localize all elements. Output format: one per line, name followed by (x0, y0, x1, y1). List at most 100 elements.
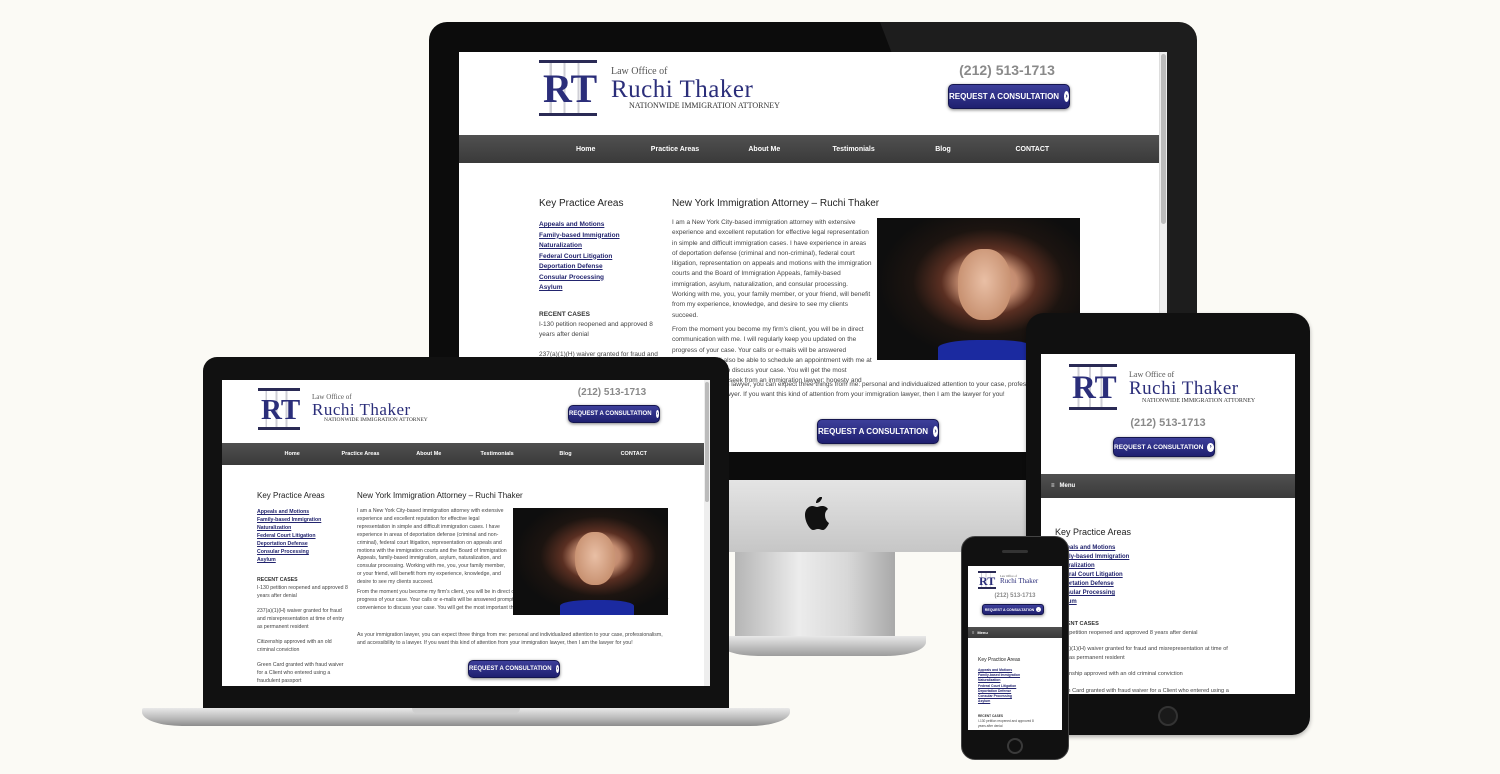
mobile-nav[interactable]: ≡ Menu (968, 627, 1062, 638)
recent-case: Green Card granted with fraud waiver for… (257, 662, 344, 684)
practice-link[interactable]: Consular Processing (257, 548, 321, 556)
logo-tagline: Nationwide Immigration Attorney (1142, 397, 1256, 404)
practice-link[interactable]: Appeals and Motions (539, 220, 620, 231)
nav-item-home[interactable]: Home (258, 451, 326, 457)
nav-item-contact[interactable]: CONTACT (988, 146, 1077, 153)
arrow-right-circle-icon: › (655, 410, 659, 418)
sidebar-heading: Key Practice Areas (1055, 527, 1132, 537)
sidebar-heading: Key Practice Areas (257, 491, 325, 500)
nav-item-contact[interactable]: CONTACT (600, 451, 668, 457)
expectation-paragraph: As your immigration lawyer, you can expe… (672, 381, 1068, 399)
nav-item-blog[interactable]: Blog (531, 451, 599, 457)
practice-link[interactable]: Asylum (978, 699, 1020, 704)
recent-cases-heading: RECENT CASES (1055, 621, 1099, 627)
nav-item-about-me[interactable]: About Me (720, 146, 809, 153)
logo-monogram: RT (1069, 364, 1117, 410)
page-title: New York Immigration Attorney – Ruchi Th… (357, 491, 523, 500)
site-logo[interactable]: RT Law Office of Ruchi Thaker Nationwide… (539, 60, 780, 116)
scrollbar[interactable] (704, 380, 710, 686)
main-nav: Home Practice Areas About Me Testimonial… (459, 135, 1159, 163)
tablet-home-button[interactable] (1158, 706, 1178, 726)
expectation-paragraph: As your immigration lawyer, you can expe… (357, 632, 663, 646)
nav-item-about-me[interactable]: About Me (395, 451, 463, 457)
logo-name: Ruchi Thaker (312, 400, 411, 420)
practice-link[interactable]: Naturalization (257, 524, 321, 532)
intro-paragraph: I am a New York City-based immigration a… (672, 219, 872, 319)
logo-tagline: Nationwide Immigration Attorney (324, 417, 428, 424)
request-consultation-button[interactable]: REQUEST A CONSULTATION › (1113, 437, 1215, 457)
sidebar-heading: Key Practice Areas (978, 657, 1021, 663)
main-nav: Home Practice Areas About Me Testimonial… (222, 443, 704, 465)
arrow-right-circle-icon: › (1064, 91, 1069, 102)
apple-logo-icon (797, 494, 831, 534)
phone-screen: RT Law Office of Ruchi Thaker (212) 513-… (968, 566, 1062, 730)
menu-label: Menu (1059, 483, 1076, 489)
request-consultation-button[interactable]: REQUEST A CONSULTATION › (948, 84, 1070, 109)
nav-item-practice-areas[interactable]: Practice Areas (630, 146, 719, 153)
recent-case: Green Card granted with fraud waiver for… (1055, 687, 1229, 694)
request-consultation-button[interactable]: REQUEST A CONSULTATION › (982, 604, 1044, 615)
hamburger-icon: ≡ (1051, 483, 1055, 489)
nav-item-home[interactable]: Home (541, 146, 630, 153)
recent-case: Citizenship approved with an old crimina… (257, 639, 332, 653)
logo-monogram: RT (978, 571, 996, 589)
nav-item-practice-areas[interactable]: Practice Areas (326, 451, 394, 457)
laptop-screen: RT Law Office of Ruchi Thaker Nationwide… (222, 380, 710, 686)
practice-link[interactable]: Family-based Immigration (257, 516, 321, 524)
practice-link[interactable]: Family-based Immigration (539, 231, 620, 242)
hamburger-icon: ≡ (972, 630, 975, 635)
nav-item-testimonials[interactable]: Testimonials (463, 451, 531, 457)
request-consultation-button[interactable]: REQUEST A CONSULTATION › (568, 405, 660, 423)
monitor-stand-neck (735, 550, 895, 642)
header-phone[interactable]: (212) 513-1713 (947, 62, 1067, 78)
practice-links: Appeals and Motions Family-based Immigra… (539, 220, 620, 294)
recent-cases: RECENT CASES I-130 petition reopened and… (978, 714, 1036, 728)
recent-case: I-130 petition reopened and approved 8 y… (978, 718, 1034, 728)
phone-home-button[interactable] (1007, 738, 1023, 754)
header-phone[interactable]: (212) 513-1713 (1108, 417, 1228, 429)
practice-link[interactable]: Asylum (257, 556, 321, 564)
recent-case: Citizenship approved with an old crimina… (1055, 671, 1183, 677)
arrow-right-circle-icon: › (1207, 442, 1214, 452)
logo-monogram: RT (258, 388, 300, 430)
site-logo[interactable]: RT Law Office of Ruchi Thaker Nationwide… (1069, 364, 1255, 410)
nav-item-blog[interactable]: Blog (898, 146, 987, 153)
arrow-right-circle-icon: › (933, 426, 938, 437)
logo-monogram: RT (539, 60, 597, 116)
recent-cases: RECENT CASES I-130 petition reopened and… (257, 576, 349, 685)
practice-link[interactable]: Consular Processing (539, 273, 620, 284)
request-consultation-button-bottom[interactable]: REQUEST A CONSULTATION › (468, 660, 560, 678)
practice-link[interactable]: Appeals and Motions (257, 508, 321, 516)
header-phone[interactable]: (212) 513-1713 (978, 593, 1052, 599)
recent-cases-heading: RECENT CASES (539, 311, 590, 318)
site-logo[interactable]: RT Law Office of Ruchi Thaker (978, 571, 1038, 589)
logo-tagline: Nationwide Immigration Attorney (629, 100, 780, 110)
header-phone[interactable]: (212) 513-1713 (570, 387, 654, 398)
practice-link[interactable]: Deportation Defense (257, 540, 321, 548)
logo-name: Ruchi Thaker (1000, 577, 1039, 585)
practice-link[interactable]: Asylum (539, 283, 620, 294)
request-consultation-button-bottom[interactable]: REQUEST A CONSULTATION › (817, 419, 939, 444)
intro-paragraph: I am a New York City-based immigration a… (357, 508, 507, 586)
arrow-right-circle-icon: › (1036, 607, 1042, 612)
mobile-nav[interactable]: ≡ Menu (1041, 474, 1295, 498)
sidebar-heading: Key Practice Areas (539, 198, 624, 209)
practice-link[interactable]: Deportation Defense (539, 262, 620, 273)
recent-case: I-130 petition reopened and approved 8 y… (539, 321, 653, 338)
practice-link[interactable]: Federal Court Litigation (539, 252, 620, 263)
logo-law-office: Law Office of (611, 65, 668, 77)
practice-link[interactable]: Naturalization (539, 241, 620, 252)
nav-item-testimonials[interactable]: Testimonials (809, 146, 898, 153)
practice-link[interactable]: Federal Court Litigation (257, 532, 321, 540)
logo-name: Ruchi Thaker (611, 75, 754, 103)
recent-case: 237(a)(1)(H) waiver granted for fraud an… (1055, 646, 1228, 661)
recent-case: 237(a)(1)(H) waiver granted for fraud an… (257, 608, 345, 630)
phone-speaker (1002, 550, 1028, 553)
practice-links: Appeals and Motions Family-based Immigra… (978, 668, 1020, 704)
monitor-stand-base (718, 636, 926, 656)
site-logo[interactable]: RT Law Office of Ruchi Thaker Nationwide… (258, 388, 428, 430)
recent-case: I-130 petition reopened and approved 8 y… (257, 585, 348, 599)
arrow-right-circle-icon: › (555, 665, 559, 673)
recent-cases-heading: RECENT CASES (257, 577, 298, 583)
laptop-notch (412, 708, 520, 714)
